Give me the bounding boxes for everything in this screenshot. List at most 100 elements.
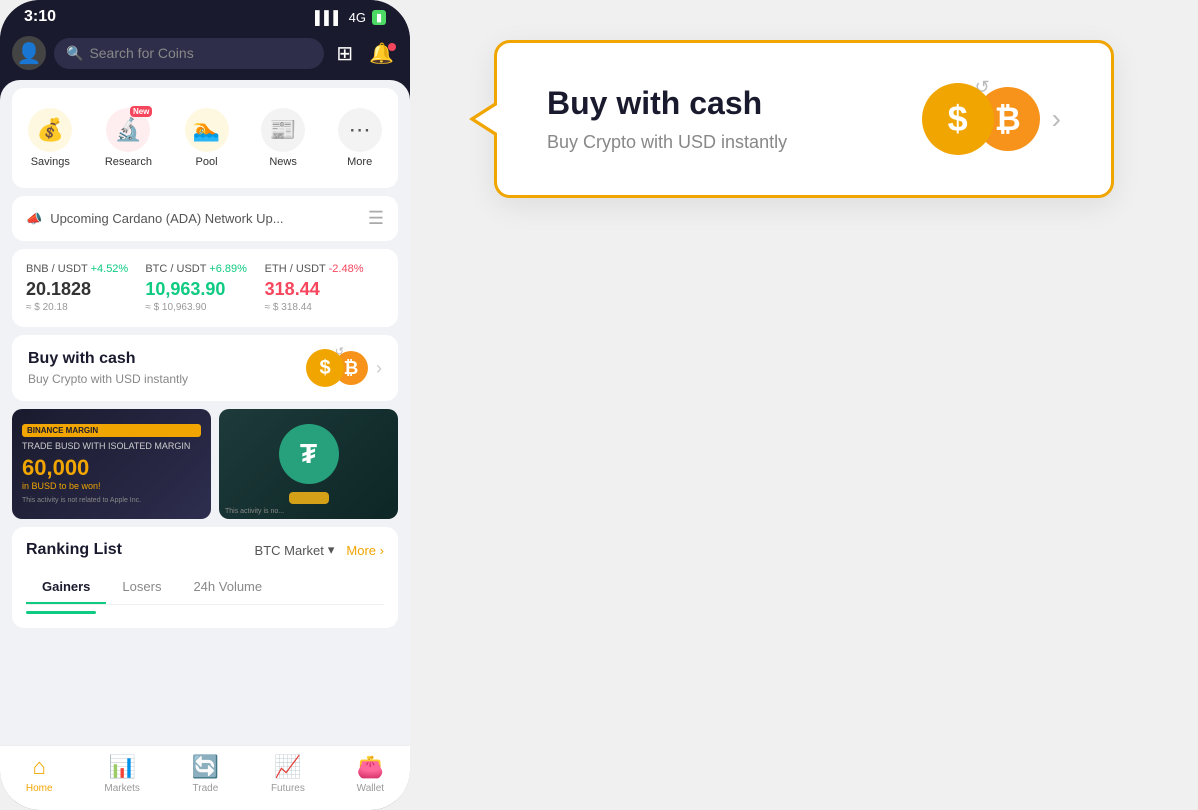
- nav-trade[interactable]: 🔄 Trade: [192, 754, 219, 794]
- tether-visual: ₮: [279, 424, 339, 504]
- sidebar-item-more[interactable]: ⋯ More: [338, 108, 382, 168]
- chevron-down-icon: ▾: [328, 542, 335, 558]
- status-bar: 3:10 ▌▌▌ 4G ▮: [0, 0, 410, 30]
- sidebar-item-research[interactable]: 🔬 New Research: [105, 108, 152, 168]
- more-icon: ⋯: [338, 108, 382, 152]
- bnb-usd: ≈ $ 20.18: [26, 302, 137, 313]
- futures-label: Futures: [271, 783, 305, 794]
- sidebar-item-savings[interactable]: 💰 Savings: [28, 108, 72, 168]
- buy-with-cash-card[interactable]: Buy with cash Buy Crypto with USD instan…: [12, 335, 398, 401]
- tab-24h-volume[interactable]: 24h Volume: [177, 571, 278, 604]
- eth-price: 318.44: [265, 279, 376, 300]
- quick-actions-card: 💰 Savings 🔬 New Research 🏊 Pool 📰: [12, 88, 398, 188]
- search-bar[interactable]: 🔍 Search for Coins: [54, 38, 324, 69]
- nav-wallet[interactable]: 👛 Wallet: [357, 754, 384, 794]
- announcement-content: 📣 Upcoming Cardano (ADA) Network Up...: [26, 211, 284, 227]
- sidebar-item-pool[interactable]: 🏊 Pool: [185, 108, 229, 168]
- search-placeholder: Search for Coins: [89, 45, 193, 61]
- ranking-tabs: Gainers Losers 24h Volume: [26, 571, 384, 605]
- trade-icon: 🔄: [192, 754, 219, 780]
- ranking-header: Ranking List BTC Market ▾ More ›: [26, 541, 384, 559]
- popup-text: Buy with cash Buy Crypto with USD instan…: [547, 85, 787, 153]
- popup-title: Buy with cash: [547, 85, 787, 122]
- buy-cash-popup[interactable]: Buy with cash Buy Crypto with USD instan…: [494, 40, 1114, 198]
- ticker-bnb[interactable]: BNB / USDT +4.52% 20.1828 ≈ $ 20.18: [26, 263, 145, 313]
- home-icon: ⌂: [33, 754, 46, 780]
- bnb-price: 20.1828: [26, 279, 137, 300]
- popup-coin-group: $ ↺ ₿: [922, 83, 1040, 155]
- banner-badge: BINANCE MARGIN: [22, 424, 201, 437]
- sidebar-item-news[interactable]: 📰 News: [261, 108, 305, 168]
- signal-icon: ▌▌▌: [315, 10, 343, 25]
- avatar[interactable]: 👤: [12, 36, 46, 70]
- banners-row: BINANCE MARGIN TRADE BUSD WITH ISOLATED …: [12, 409, 398, 519]
- scan-icon[interactable]: ⊞: [332, 37, 357, 70]
- savings-label: Savings: [31, 156, 70, 168]
- btc-pair: BTC / USDT +6.89%: [145, 263, 256, 275]
- nav-futures[interactable]: 📈 Futures: [271, 754, 305, 794]
- battery-icon: ▮: [372, 10, 386, 25]
- popup-right: $ ↺ ₿ ›: [922, 83, 1061, 155]
- notification-dot: [388, 43, 396, 51]
- banner-currency: in BUSD to be won!: [22, 481, 201, 491]
- news-label: News: [269, 156, 297, 168]
- eth-usd: ≈ $ 318.44: [265, 302, 376, 313]
- tab-gainers[interactable]: Gainers: [26, 571, 106, 604]
- tether-bar: [289, 492, 329, 504]
- research-icon: 🔬 New: [106, 108, 150, 152]
- announcement-text: Upcoming Cardano (ADA) Network Up...: [50, 211, 283, 226]
- announcement-bar[interactable]: 📣 Upcoming Cardano (ADA) Network Up... ☰: [12, 196, 398, 241]
- user-icon: 👤: [17, 41, 42, 66]
- market-label: BTC Market: [255, 543, 324, 558]
- btc-price: 10,963.90: [145, 279, 256, 300]
- search-icon: 🔍: [66, 45, 83, 62]
- status-time: 3:10: [24, 8, 56, 26]
- bottom-nav: ⌂ Home 📊 Markets 🔄 Trade 📈 Futures 👛 Wal…: [0, 745, 410, 810]
- research-label: Research: [105, 156, 152, 168]
- right-panel: Buy with cash Buy Crypto with USD instan…: [410, 0, 1198, 238]
- markets-icon: 📊: [108, 754, 135, 780]
- tab-losers[interactable]: Losers: [106, 571, 177, 604]
- wallet-label: Wallet: [357, 783, 384, 794]
- top-nav: 👤 🔍 Search for Coins ⊞ 🔔: [0, 30, 410, 80]
- ranking-controls: BTC Market ▾ More ›: [255, 542, 384, 558]
- phone-content: 💰 Savings 🔬 New Research 🏊 Pool 📰: [0, 80, 410, 800]
- nav-markets[interactable]: 📊 Markets: [104, 754, 140, 794]
- more-label: More: [347, 156, 372, 168]
- dollar-coin-icon: $: [306, 349, 344, 387]
- banner-margin[interactable]: BINANCE MARGIN TRADE BUSD WITH ISOLATED …: [12, 409, 211, 519]
- banner-disclaimer: This activity is not related to Apple In…: [22, 497, 201, 504]
- market-selector[interactable]: BTC Market ▾: [255, 542, 335, 558]
- ranking-title: Ranking List: [26, 541, 122, 559]
- pool-icon: 🏊: [185, 108, 229, 152]
- tether-icon: ₮: [279, 424, 339, 484]
- home-label: Home: [26, 783, 53, 794]
- markets-label: Markets: [104, 783, 140, 794]
- bell-wrapper[interactable]: 🔔: [365, 41, 398, 66]
- eth-pair: ETH / USDT -2.48%: [265, 263, 376, 275]
- price-ticker: BNB / USDT +4.52% 20.1828 ≈ $ 20.18 BTC …: [12, 249, 398, 327]
- btc-usd: ≈ $ 10,963.90: [145, 302, 256, 313]
- tether-disclaimer: This activity is no...: [225, 508, 284, 515]
- buy-cash-right: $ ↺ ₿ ›: [306, 349, 382, 387]
- network-label: 4G: [349, 10, 366, 25]
- popup-subtitle: Buy Crypto with USD instantly: [547, 132, 787, 153]
- savings-icon: 💰: [28, 108, 72, 152]
- ticker-btc[interactable]: BTC / USDT +6.89% 10,963.90 ≈ $ 10,963.9…: [145, 263, 264, 313]
- ranking-more-link[interactable]: More ›: [346, 543, 384, 558]
- banner-tagline: TRADE BUSD WITH ISOLATED MARGIN: [22, 441, 201, 451]
- banner-tether[interactable]: ₮ This activity is no...: [219, 409, 398, 519]
- buy-cash-subtitle: Buy Crypto with USD instantly: [28, 372, 188, 386]
- pool-label: Pool: [196, 156, 218, 168]
- trade-label: Trade: [193, 783, 219, 794]
- popup-dollar-coin: $: [922, 83, 994, 155]
- phone-mockup: 3:10 ▌▌▌ 4G ▮ 👤 🔍 Search for Coins ⊞ 🔔 💰: [0, 0, 410, 810]
- ticker-eth[interactable]: ETH / USDT -2.48% 318.44 ≈ $ 318.44: [265, 263, 384, 313]
- banner-amount: 60,000: [22, 455, 201, 481]
- popup-chevron-icon: ›: [1052, 103, 1061, 135]
- wallet-icon: 👛: [357, 754, 384, 780]
- nav-home[interactable]: ⌂ Home: [26, 754, 53, 794]
- bnb-pair: BNB / USDT +4.52%: [26, 263, 137, 275]
- list-icon: ☰: [368, 208, 384, 229]
- status-icons: ▌▌▌ 4G ▮: [315, 10, 386, 25]
